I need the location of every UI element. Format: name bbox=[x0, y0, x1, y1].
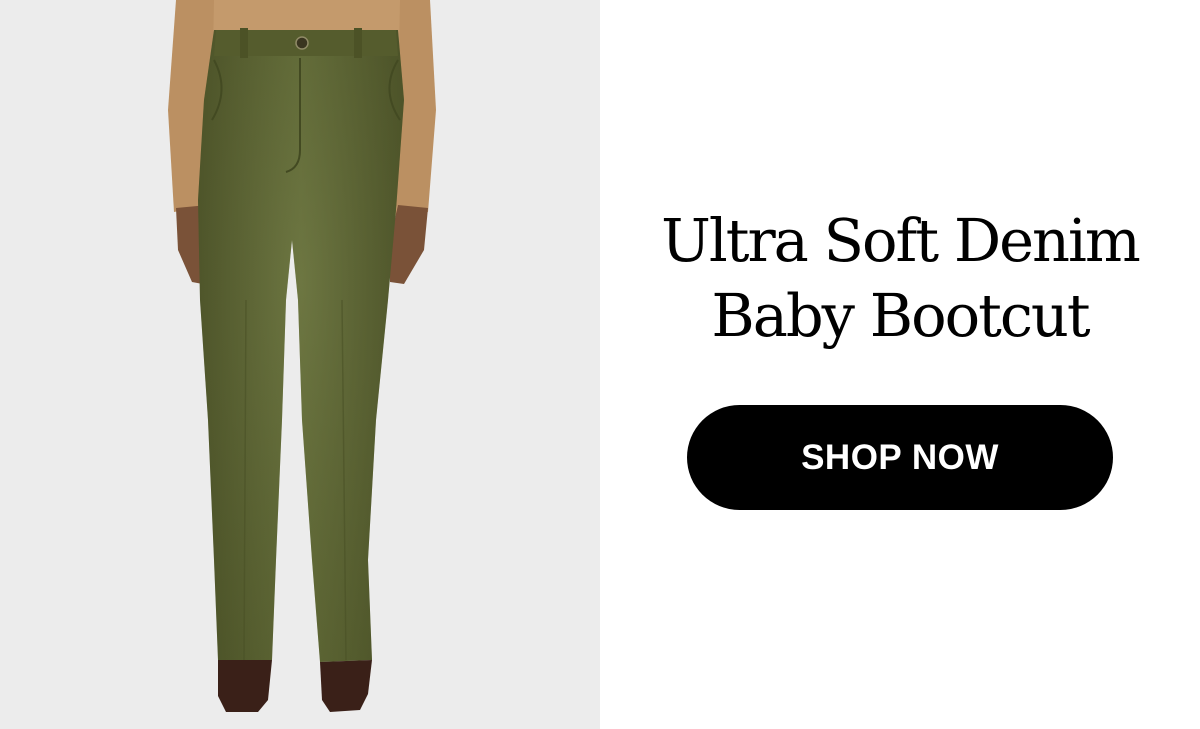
product-photo[interactable] bbox=[0, 0, 600, 729]
shop-now-button[interactable]: SHOP NOW bbox=[687, 405, 1113, 510]
right-hand bbox=[390, 205, 428, 284]
waist-button bbox=[295, 36, 309, 50]
product-title: Ultra Soft Denim Baby Bootcut bbox=[620, 203, 1180, 353]
product-title-line-2: Baby Bootcut bbox=[711, 281, 1090, 350]
promo-banner: Ultra Soft Denim Baby Bootcut SHOP NOW bbox=[0, 0, 1200, 729]
product-title-line-1: Ultra Soft Denim bbox=[661, 206, 1141, 275]
product-illustration bbox=[168, 0, 436, 712]
left-boot bbox=[218, 660, 272, 712]
right-boot bbox=[320, 660, 372, 712]
promo-copy: Ultra Soft Denim Baby Bootcut SHOP NOW bbox=[600, 0, 1200, 729]
